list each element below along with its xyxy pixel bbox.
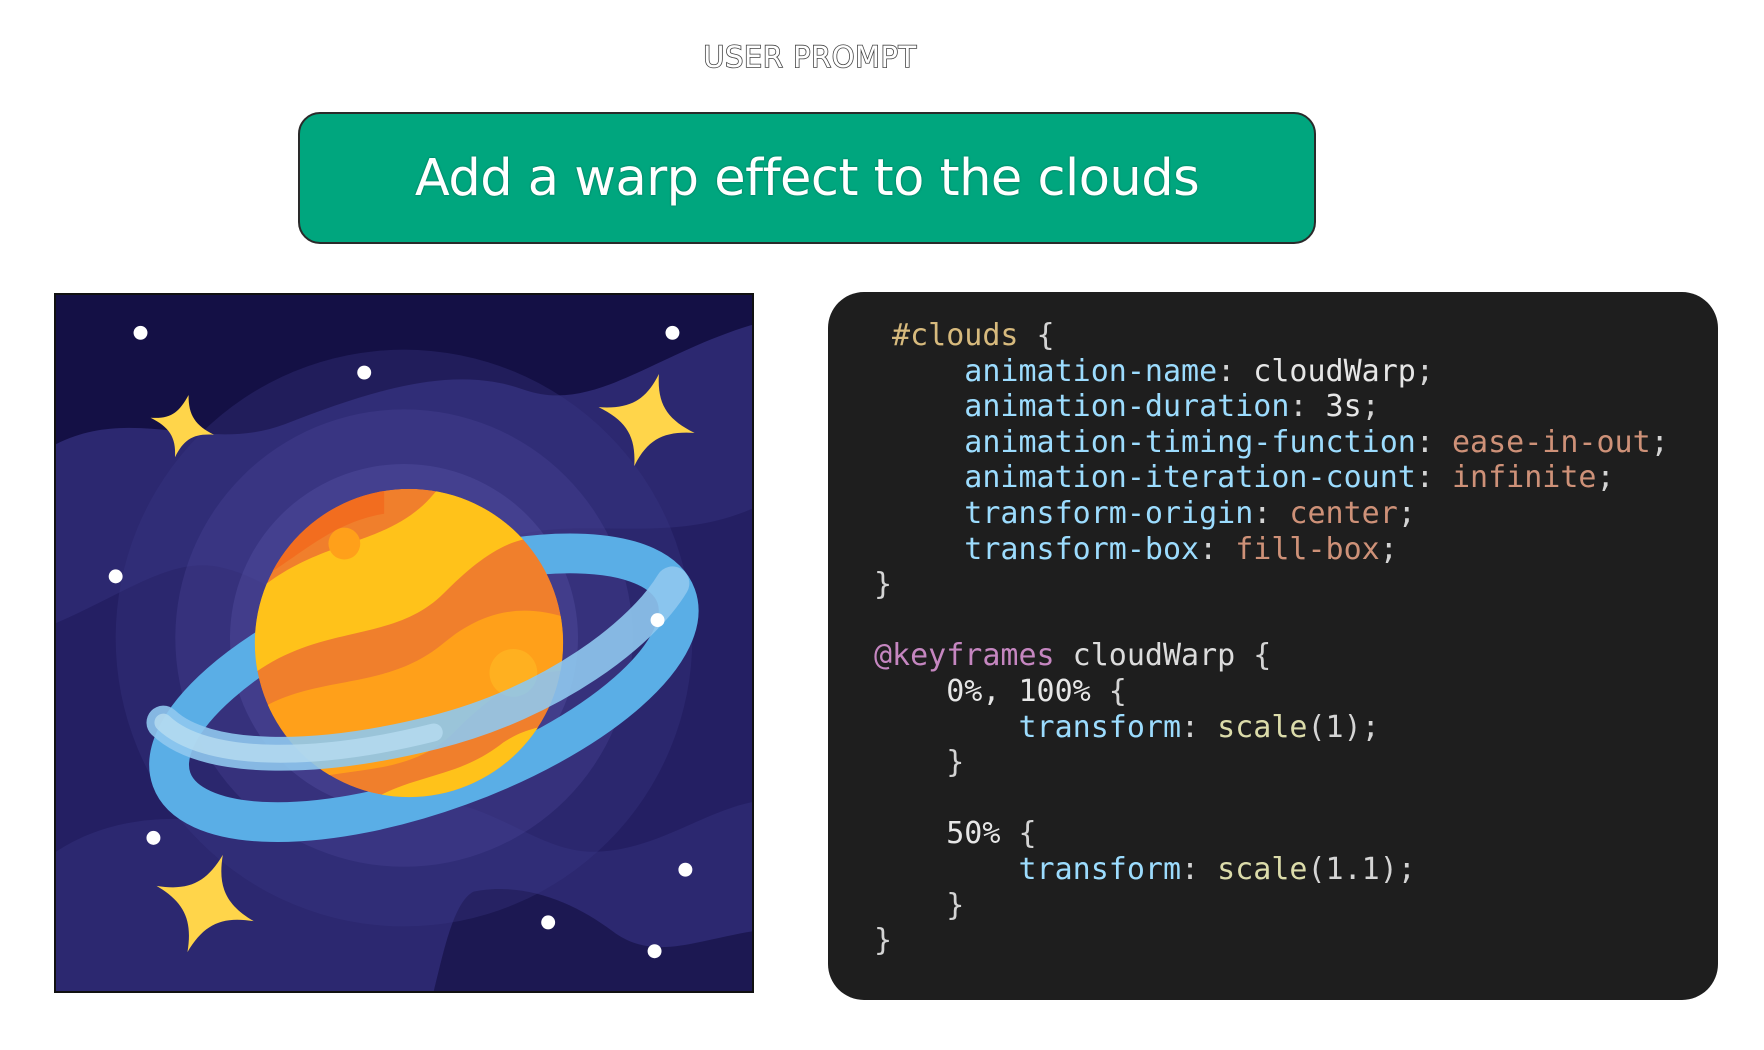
code-token: animation-name bbox=[874, 353, 1218, 389]
planet-spot bbox=[328, 527, 361, 560]
code-token: { bbox=[1018, 318, 1055, 353]
code-token: transform bbox=[874, 851, 1182, 887]
code-token: : bbox=[1199, 531, 1236, 567]
code-line: } bbox=[874, 567, 1718, 603]
code-token: 3s bbox=[1325, 389, 1362, 425]
user-prompt-label: USER PROMPT bbox=[702, 39, 917, 75]
code-token: } bbox=[874, 923, 893, 959]
code-token: : bbox=[1217, 353, 1254, 389]
code-token: ; bbox=[1415, 353, 1434, 389]
code-line: animation-name: cloudWarp; bbox=[874, 354, 1718, 390]
code-token: } bbox=[874, 567, 893, 603]
code-token: ease-in-out bbox=[1451, 424, 1651, 460]
code-line: #clouds { bbox=[874, 318, 1718, 354]
code-token: } bbox=[874, 887, 965, 923]
code-token: center bbox=[1289, 495, 1398, 531]
code-token: transform-box bbox=[874, 531, 1200, 567]
code-token: 50% bbox=[874, 816, 1001, 852]
code-token: cloudWarp bbox=[1054, 638, 1236, 674]
code-token: } bbox=[874, 745, 965, 781]
star-dot bbox=[650, 613, 665, 628]
code-line: @keyframes cloudWarp { bbox=[874, 638, 1718, 674]
prompt-text: Add a warp effect to the clouds bbox=[414, 148, 1200, 208]
code-token: (1.1); bbox=[1307, 851, 1416, 887]
code-token: ; bbox=[1650, 424, 1669, 460]
code-line: } bbox=[874, 923, 1718, 959]
code-token: 0%, 100% bbox=[874, 673, 1091, 709]
code-token: { bbox=[1090, 673, 1127, 709]
planet-illustration bbox=[54, 293, 754, 993]
star-dot bbox=[665, 325, 680, 340]
code-line: transform-box: fill-box; bbox=[874, 532, 1718, 568]
code-token: { bbox=[1000, 816, 1037, 852]
code-token: @keyframes bbox=[874, 638, 1055, 674]
code-token: ; bbox=[1596, 460, 1615, 496]
code-token: animation-duration bbox=[874, 389, 1290, 425]
star-dot bbox=[357, 365, 372, 380]
code-token: : bbox=[1289, 389, 1326, 425]
star-dot bbox=[678, 862, 693, 877]
star-dot bbox=[146, 830, 161, 845]
star-dot bbox=[108, 569, 123, 584]
code-token: transform-origin bbox=[874, 495, 1254, 531]
code-line: animation-iteration-count: infinite; bbox=[874, 460, 1718, 496]
code-token: ; bbox=[1361, 389, 1380, 425]
code-panel: #clouds { animation-name: cloudWarp; ani… bbox=[828, 292, 1718, 1000]
star-dot bbox=[541, 915, 556, 930]
code-token: scale bbox=[1217, 851, 1308, 887]
code-token: cloudWarp bbox=[1253, 353, 1416, 389]
code-line: 0%, 100% { bbox=[874, 674, 1718, 710]
code-token: animation-timing-function bbox=[874, 424, 1416, 460]
code-line: animation-duration: 3s; bbox=[874, 389, 1718, 425]
code-token: animation-iteration-count bbox=[874, 460, 1416, 496]
prompt-bar: Add a warp effect to the clouds bbox=[298, 112, 1316, 244]
code-token: : bbox=[1415, 424, 1452, 460]
code-line: animation-timing-function: ease-in-out; bbox=[874, 425, 1718, 461]
code-token: : bbox=[1181, 709, 1218, 745]
code-token: { bbox=[1235, 638, 1272, 674]
code-line: } bbox=[874, 888, 1718, 924]
code-line: transform: scale(1.1); bbox=[874, 852, 1718, 888]
code-line: transform: scale(1); bbox=[874, 710, 1718, 746]
code-token: #clouds bbox=[874, 318, 1019, 353]
code-line: transform-origin: center; bbox=[874, 496, 1718, 532]
code-token: (1); bbox=[1307, 709, 1380, 745]
code-token: fill-box bbox=[1235, 531, 1380, 567]
code-token: : bbox=[1253, 495, 1290, 531]
planet-illustration-svg bbox=[56, 295, 752, 991]
code-token: ; bbox=[1379, 531, 1398, 567]
code-token: : bbox=[1415, 460, 1452, 496]
star-dot bbox=[647, 944, 662, 959]
code-token: ; bbox=[1397, 495, 1416, 531]
code-token: : bbox=[1181, 851, 1218, 887]
code-token: infinite bbox=[1451, 460, 1597, 496]
code-line: } bbox=[874, 745, 1718, 781]
code-token: transform bbox=[874, 709, 1182, 745]
star-dot bbox=[133, 325, 148, 340]
code-line: 50% { bbox=[874, 816, 1718, 852]
code-token: scale bbox=[1217, 709, 1308, 745]
